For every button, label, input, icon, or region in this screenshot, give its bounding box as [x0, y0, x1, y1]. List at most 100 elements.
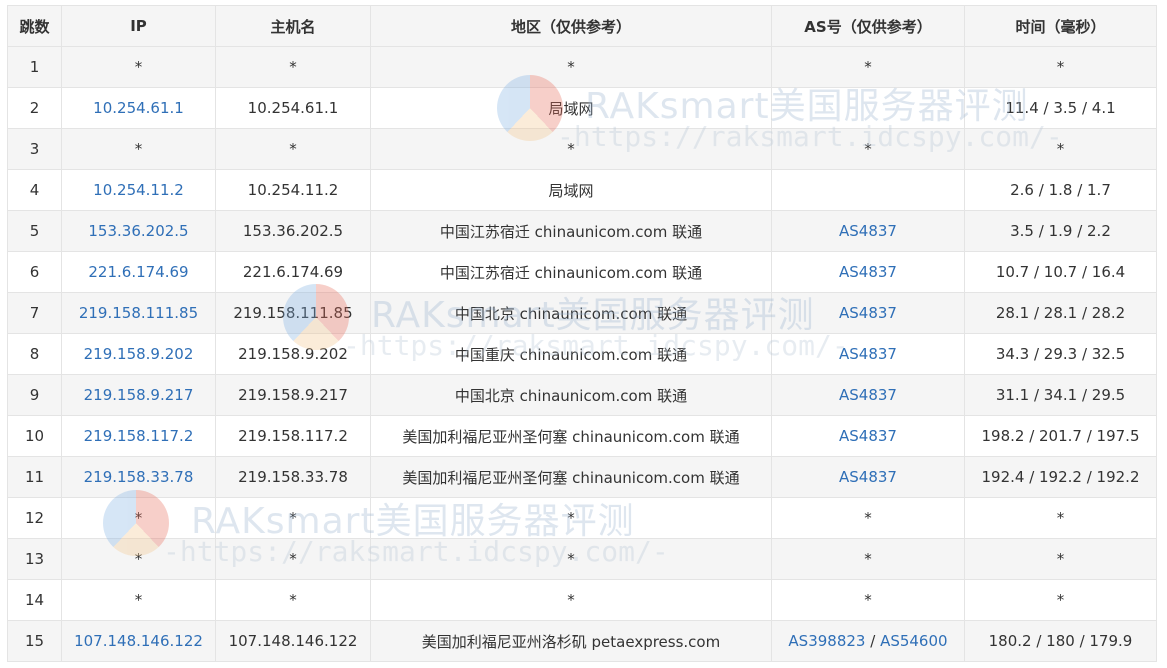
as-link[interactable]: AS4837: [839, 427, 897, 445]
region-cell: *: [370, 497, 772, 539]
as-link[interactable]: AS54600: [880, 632, 948, 650]
ip-link[interactable]: 219.158.9.202: [84, 345, 194, 363]
header-region: 地区（仅供参考）: [370, 5, 772, 47]
hostname-cell: *: [215, 128, 371, 170]
ip-cell: 10.254.61.1: [61, 87, 216, 129]
time-cell: 11.4 / 3.5 / 4.1: [964, 87, 1157, 129]
table-row: 5 153.36.202.5 153.36.202.5 中国江苏宿迁 chinauni…: [7, 210, 1157, 252]
header-ip: IP: [61, 5, 216, 47]
ip-cell: *: [61, 128, 216, 170]
hop-cell: 5: [7, 210, 62, 252]
table-row: 12 * * * * *: [7, 497, 1157, 539]
region-cell: 局域网: [370, 169, 772, 211]
hostname-cell: 107.148.146.122: [215, 620, 371, 662]
hostname-cell: 10.254.61.1: [215, 87, 371, 129]
region-cell: 局域网: [370, 87, 772, 129]
region-cell: 中国北京 chinaunicom.com 联通: [370, 374, 772, 416]
as-value: *: [864, 591, 872, 609]
as-value: *: [864, 509, 872, 527]
ip-cell: 219.158.9.202: [61, 333, 216, 375]
ip-cell: 219.158.9.217: [61, 374, 216, 416]
hostname-cell: 219.158.9.202: [215, 333, 371, 375]
hop-cell: 6: [7, 251, 62, 293]
hop-cell: 11: [7, 456, 62, 498]
time-cell: *: [964, 497, 1157, 539]
as-link[interactable]: AS4837: [839, 468, 897, 486]
table-row: 13 * * * * *: [7, 538, 1157, 580]
hop-cell: 2: [7, 87, 62, 129]
as-link[interactable]: AS4837: [839, 345, 897, 363]
hop-cell: 7: [7, 292, 62, 334]
time-cell: 10.7 / 10.7 / 16.4: [964, 251, 1157, 293]
as-cell: [771, 87, 965, 129]
as-cell: AS4837: [771, 415, 965, 457]
ip-cell: *: [61, 579, 216, 621]
region-cell: 中国北京 chinaunicom.com 联通: [370, 292, 772, 334]
region-cell: 中国江苏宿迁 chinaunicom.com 联通: [370, 251, 772, 293]
as-value: *: [864, 58, 872, 76]
hostname-cell: *: [215, 579, 371, 621]
table-row: 8 219.158.9.202 219.158.9.202 中国重庆 chinauni…: [7, 333, 1157, 375]
as-cell: *: [771, 579, 965, 621]
header-hostname: 主机名: [215, 5, 371, 47]
ip-link[interactable]: 107.148.146.122: [74, 632, 203, 650]
hop-cell: 10: [7, 415, 62, 457]
hop-cell: 3: [7, 128, 62, 170]
ip-link[interactable]: 219.158.33.78: [84, 468, 194, 486]
as-link[interactable]: AS4837: [839, 263, 897, 281]
hostname-cell: *: [215, 46, 371, 88]
traceroute-table: 跳数 IP 主机名 地区（仅供参考） AS号（仅供参考） 时间（毫秒） 1 * * *…: [7, 5, 1157, 662]
region-cell: 美国加利福尼亚州圣何塞 chinaunicom.com 联通: [370, 456, 772, 498]
region-cell: 中国江苏宿迁 chinaunicom.com 联通: [370, 210, 772, 252]
as-cell: AS4837: [771, 333, 965, 375]
region-cell: 美国加利福尼亚州圣何塞 chinaunicom.com 联通: [370, 415, 772, 457]
as-separator: /: [865, 632, 881, 650]
ip-cell: *: [61, 497, 216, 539]
ip-link[interactable]: 221.6.174.69: [88, 263, 188, 281]
time-cell: 198.2 / 201.7 / 197.5: [964, 415, 1157, 457]
as-cell: *: [771, 46, 965, 88]
as-cell: AS4837: [771, 456, 965, 498]
table-row: 10 219.158.117.2 219.158.117.2 美国加利福尼亚州圣何塞 …: [7, 415, 1157, 457]
as-link[interactable]: AS4837: [839, 222, 897, 240]
hop-cell: 15: [7, 620, 62, 662]
region-cell: *: [370, 538, 772, 580]
ip-cell: *: [61, 46, 216, 88]
hop-cell: 4: [7, 169, 62, 211]
as-link[interactable]: AS4837: [839, 386, 897, 404]
hostname-cell: 219.158.111.85: [215, 292, 371, 334]
as-cell: *: [771, 128, 965, 170]
hop-cell: 9: [7, 374, 62, 416]
hop-cell: 8: [7, 333, 62, 375]
table-row: 4 10.254.11.2 10.254.11.2 局域网 2.6 / 1.8 / 1.…: [7, 169, 1157, 211]
ip-link[interactable]: 219.158.111.85: [79, 304, 198, 322]
ip-link[interactable]: 153.36.202.5: [88, 222, 188, 240]
table-row: 11 219.158.33.78 219.158.33.78 美国加利福尼亚州圣何塞 …: [7, 456, 1157, 498]
region-cell: 美国加利福尼亚州洛杉矶 petaexpress.com: [370, 620, 772, 662]
ip-cell: 219.158.33.78: [61, 456, 216, 498]
as-cell: *: [771, 497, 965, 539]
hostname-cell: 219.158.9.217: [215, 374, 371, 416]
ip-cell: 107.148.146.122: [61, 620, 216, 662]
ip-cell: 219.158.111.85: [61, 292, 216, 334]
as-link[interactable]: AS4837: [839, 304, 897, 322]
as-link[interactable]: AS398823: [788, 632, 865, 650]
table-row: 3 * * * * *: [7, 128, 1157, 170]
table-row: 14 * * * * *: [7, 579, 1157, 621]
header-hop: 跳数: [7, 5, 62, 47]
table-row: 6 221.6.174.69 221.6.174.69 中国江苏宿迁 chinauni…: [7, 251, 1157, 293]
ip-link[interactable]: 10.254.11.2: [93, 181, 184, 199]
as-cell: AS398823 / AS54600: [771, 620, 965, 662]
hop-cell: 12: [7, 497, 62, 539]
hop-cell: 13: [7, 538, 62, 580]
hostname-cell: 10.254.11.2: [215, 169, 371, 211]
ip-link[interactable]: 219.158.9.217: [84, 386, 194, 404]
time-cell: *: [964, 579, 1157, 621]
header-time: 时间（毫秒）: [964, 5, 1157, 47]
time-cell: *: [964, 128, 1157, 170]
ip-link[interactable]: 219.158.117.2: [84, 427, 194, 445]
time-cell: 192.4 / 192.2 / 192.2: [964, 456, 1157, 498]
as-cell: *: [771, 538, 965, 580]
ip-link[interactable]: 10.254.61.1: [93, 99, 184, 117]
time-cell: *: [964, 46, 1157, 88]
